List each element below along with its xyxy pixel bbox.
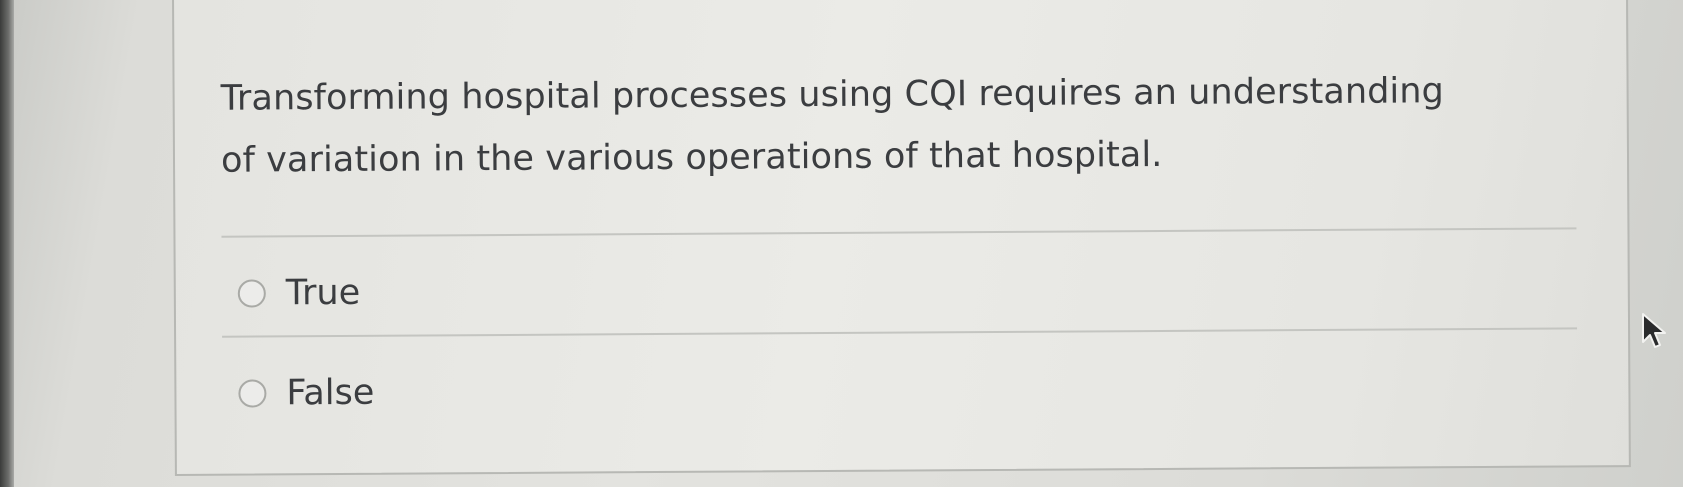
screen-bezel: [0, 0, 14, 487]
answer-label-false: False: [286, 372, 375, 414]
answer-option-false[interactable]: False: [238, 373, 374, 414]
mouse-pointer-icon: [1642, 313, 1666, 348]
divider: [222, 327, 1578, 338]
answer-label-true: True: [285, 272, 361, 314]
question-text: Transforming hospital processes using CQ…: [220, 71, 1445, 181]
divider: [221, 227, 1577, 238]
radio-button-false[interactable]: [238, 379, 267, 408]
answer-option-true[interactable]: True: [237, 272, 361, 314]
question-card: Transforming hospital processes using CQ…: [172, 0, 1631, 476]
radio-button-true[interactable]: [237, 279, 266, 308]
